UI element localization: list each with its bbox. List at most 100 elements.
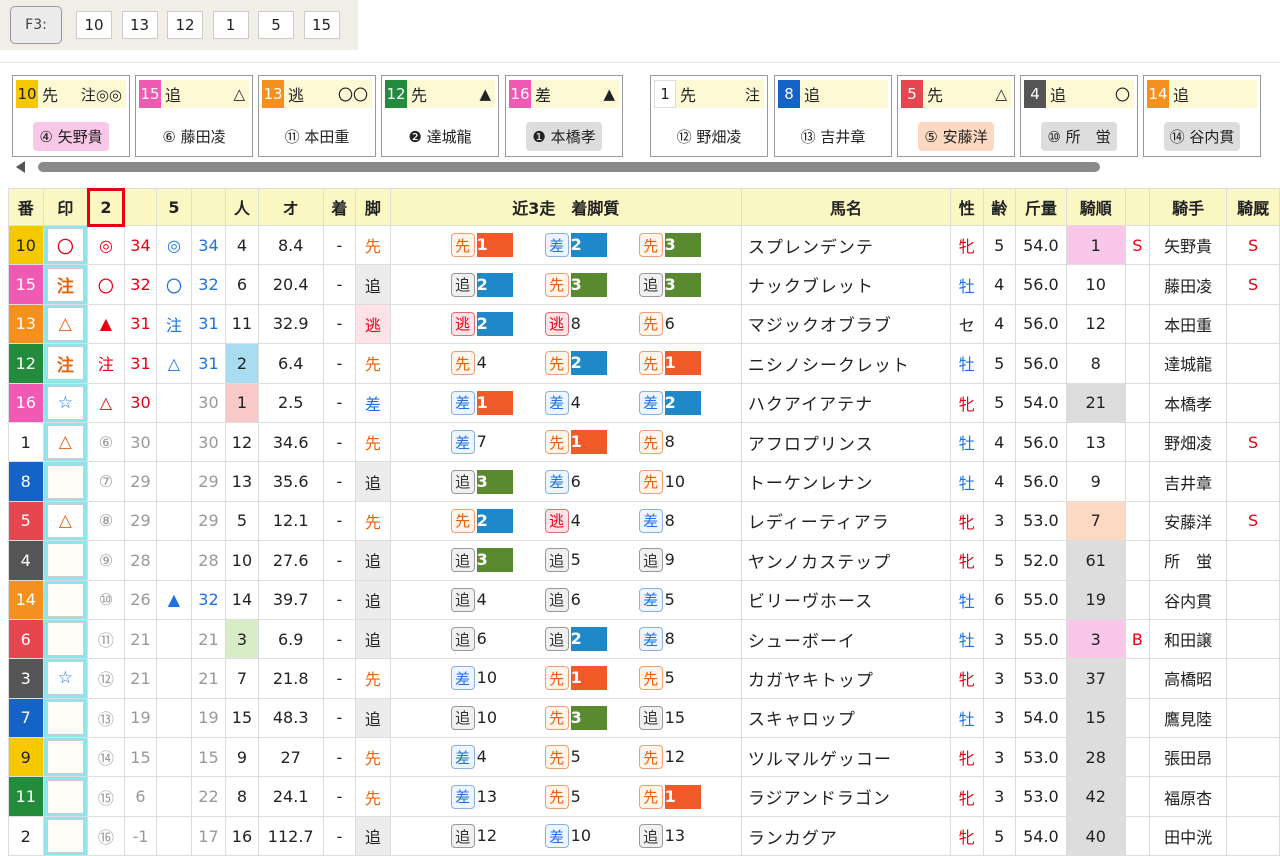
prediction-mark[interactable] — [46, 779, 85, 814]
jockey: 藤田凌 — [1148, 264, 1228, 305]
table-row[interactable]: 1 △ ⑥ 30 30 12 34.6- 先差 7 先 1 先 8 アフロプリンス牡 4 56.0 13 野畑凌 S — [8, 421, 1280, 463]
prediction-mark-cell[interactable] — [42, 815, 89, 856]
prediction-mark-cell[interactable]: 注 — [42, 343, 89, 384]
prediction-mark[interactable]: 注 — [46, 346, 85, 381]
horse-card[interactable]: 4追 〇 ⑩ 所 蛍 — [1020, 75, 1138, 157]
horse-card[interactable]: 14 追 ⑭ 谷内貫 — [1143, 75, 1261, 157]
prediction-mark[interactable]: ☆ — [46, 661, 85, 696]
horse-name[interactable]: トーケンレナン — [740, 461, 952, 502]
s-flag — [1124, 737, 1151, 778]
prediction-mark[interactable] — [46, 582, 85, 617]
prediction-mark-cell[interactable] — [42, 540, 89, 581]
top-number-button[interactable]: 5 — [258, 11, 294, 39]
table-row[interactable]: 2 ⑯ -1 17 16 112.7- 追追 12 差 10 追 13 ランカグア牝 5 54.0 40 田中洸 — [8, 815, 1280, 856]
card-marks: △ — [995, 85, 1007, 103]
table-row[interactable]: 9 ⑭ 15 15 9 27- 先差 4 先 5 先 12 ツルマルゲッコー牝 3 53.0 28 張田昂 — [8, 737, 1280, 778]
sort-column-2-header[interactable]: 2 — [86, 187, 126, 227]
horse-name[interactable]: マジックオブラブ — [740, 303, 952, 345]
horse-name[interactable]: カガヤキトップ — [740, 658, 952, 699]
column-header: 近3走 着脚質 — [389, 188, 742, 226]
score-2: 34 — [123, 224, 158, 266]
prediction-mark[interactable] — [46, 464, 85, 499]
top-number-button[interactable]: 13 — [121, 11, 158, 39]
prediction-mark-cell[interactable]: ☆ — [42, 658, 89, 699]
horse-card[interactable]: 8追 ⑬ 吉井章 — [774, 75, 892, 157]
odds: 6.9 — [257, 618, 324, 660]
horse-card[interactable]: 5 先 △ ⑤ 安藤洋 — [897, 75, 1015, 157]
horse-card[interactable]: 12 先 ▲ ❷ 達城龍 — [381, 75, 499, 157]
scroll-thumb[interactable] — [38, 162, 1100, 172]
top-number-button[interactable]: 12 — [167, 11, 203, 39]
prediction-mark-cell[interactable]: △ — [42, 500, 89, 542]
top-number-button[interactable]: 15 — [303, 11, 340, 39]
prediction-mark-cell[interactable] — [42, 737, 89, 778]
prediction-mark-cell[interactable] — [42, 618, 89, 660]
prediction-mark-cell[interactable] — [42, 579, 89, 620]
prediction-mark[interactable] — [46, 700, 85, 735]
horse-name[interactable]: ヤンノカステップ — [740, 540, 952, 581]
table-row[interactable]: 6 ⑪ 21 21 3 6.9- 追追 6 追 2 差 8 シューボーイ牡 3 55.0 3 B 和田譲 — [8, 618, 1280, 660]
running-style: 追 — [355, 618, 391, 660]
horse-card[interactable]: 10 先 注◎◎ ④ 矢野貴 — [12, 75, 130, 157]
prediction-mark-cell[interactable]: △ — [42, 303, 89, 345]
prediction-mark-cell[interactable] — [42, 697, 89, 739]
prediction-mark-cell[interactable]: 〇 — [42, 224, 89, 266]
horse-name[interactable]: アフロプリンス — [740, 421, 952, 463]
table-row[interactable]: 14 ⑩ 26 ▲ 32 14 39.7- 追追 4 追 6 差 5 ビリーヴホース牡 6 55.0 19 谷内貫 — [8, 579, 1280, 620]
horse-name[interactable]: レディーティアラ — [740, 500, 952, 542]
table-row[interactable]: 16 ☆ △ 30 30 1 2.5- 差差 1 差 4 差 2 ハクアイアテナ牝 5 54.0 21 本橋孝 — [8, 382, 1280, 423]
prediction-mark[interactable]: ☆ — [46, 385, 85, 420]
horse-card[interactable]: 13 逃 〇〇 ⑪ 本田重 — [258, 75, 376, 157]
horse-name[interactable]: ツルマルゲッコー — [740, 737, 952, 778]
table-row[interactable]: 12 注注 31 △ 31 2 6.4- 先先 4 先 2 先 1 ニシノシークレット牡 5 56.0 8 達城龍 — [8, 343, 1280, 384]
horse-name[interactable]: スキャロップ — [740, 697, 952, 739]
horizontal-scrollbar[interactable] — [12, 158, 1280, 176]
table-row[interactable]: 7 ⑬ 19 19 15 48.3- 追追 10 先 3 追 15 スキャロップ牡 3 54.0 15 鷹見陸 — [8, 697, 1280, 739]
table-row[interactable]: 4 ⑨ 28 28 10 27.6- 追追 3 追 5 追 9 ヤンノカステップ牝 5 52.0 61 所 蛍 — [8, 540, 1280, 581]
prediction-mark-cell[interactable]: ☆ — [42, 382, 89, 423]
prediction-mark[interactable] — [46, 543, 85, 578]
horse-card[interactable]: 15 追 △ ⑥ 藤田凌 — [135, 75, 253, 157]
table-row[interactable]: 15 注〇 32 〇 32 6 20.4- 追追 2 先 3 追 3 ナックブレット牡 4 56.0 10 藤田凌… — [8, 264, 1280, 305]
prediction-mark[interactable]: △ — [46, 503, 85, 538]
scroll-left-icon[interactable] — [16, 161, 25, 173]
run-place: 7 — [476, 432, 487, 452]
horse-name[interactable]: ランカグア — [740, 815, 952, 856]
horse-name[interactable]: シューボーイ — [740, 618, 952, 660]
horse-card[interactable]: 1先 注 ⑫ 野畑凌 — [650, 75, 768, 157]
running-style: 先 — [355, 658, 391, 699]
prediction-mark[interactable]: 〇 — [46, 228, 85, 263]
table-row[interactable]: 13 △ ▲ 31 注 31 11 32.9- 逃逃 2 逃 8 先 6 マジックオブラブセ 4 56.0 12 本… — [8, 303, 1280, 345]
top-number-button[interactable]: 10 — [76, 11, 112, 39]
jockey: 張田昂 — [1148, 737, 1228, 778]
horse-name[interactable]: ニシノシークレット — [740, 343, 952, 384]
prediction-mark[interactable] — [46, 740, 85, 775]
recent-run: 追2 — [450, 272, 545, 297]
top-number-button[interactable]: 1 — [212, 11, 249, 39]
table-row[interactable]: 3 ☆ ⑫ 21 21 7 21.8- 先差 10 先 1 先 5 カガヤキトップ牝 3 53.0 37 高橋昭 — [8, 658, 1280, 699]
table-row[interactable]: 10 〇 ◎ 34 ◎ 34 4 8.4- 先先 1 差 2 先 3 スプレンデンテ牝 5 54.0 1 S 矢野貴 S — [8, 224, 1280, 266]
horse-name[interactable]: ラジアンドラゴン — [740, 776, 952, 817]
horse-name[interactable]: ナックブレット — [740, 264, 952, 305]
horse-card[interactable]: 16 差 ▲ ❶ 本橋孝 — [505, 75, 623, 157]
prediction-mark[interactable]: △ — [46, 306, 85, 341]
horse-name[interactable]: スプレンデンテ — [740, 224, 952, 266]
horse-name[interactable]: ハクアイアテナ — [740, 382, 952, 423]
prediction-mark-cell[interactable] — [42, 776, 89, 817]
popularity: 1 — [225, 382, 259, 423]
prediction-mark[interactable] — [46, 622, 85, 657]
card-running-style: 先 — [927, 86, 944, 105]
table-row[interactable]: 8 ⑦ 29 29 13 35.6- 追追 3 差 6 先 10 トーケンレナン牡 4 56.0 9 吉井章 — [8, 461, 1280, 502]
age: 5 — [982, 382, 1017, 423]
table-row[interactable]: 11 ⑮ 6 22 8 24.1- 先差 13 先 5 先 1 ラジアンドラゴン牝 3 53.0 42 福原杏 — [8, 776, 1280, 817]
prediction-mark-cell[interactable]: △ — [42, 421, 89, 463]
prediction-mark[interactable]: △ — [46, 425, 85, 460]
horse-name[interactable]: ビリーヴホース — [740, 579, 952, 620]
prediction-mark-cell[interactable] — [42, 461, 89, 502]
jockey-rank: 8 — [1065, 343, 1126, 384]
table-row[interactable]: 5 △ ⑧ 29 29 5 12.1- 先先 2 逃 4 差 8 レディーティアラ牝 3 53.0 7 安藤洋 S — [8, 500, 1280, 542]
prediction-mark[interactable]: 注 — [46, 267, 85, 302]
f3-button[interactable]: F3: — [10, 6, 62, 44]
prediction-mark-cell[interactable]: 注 — [42, 264, 89, 305]
prediction-mark[interactable] — [46, 819, 85, 854]
